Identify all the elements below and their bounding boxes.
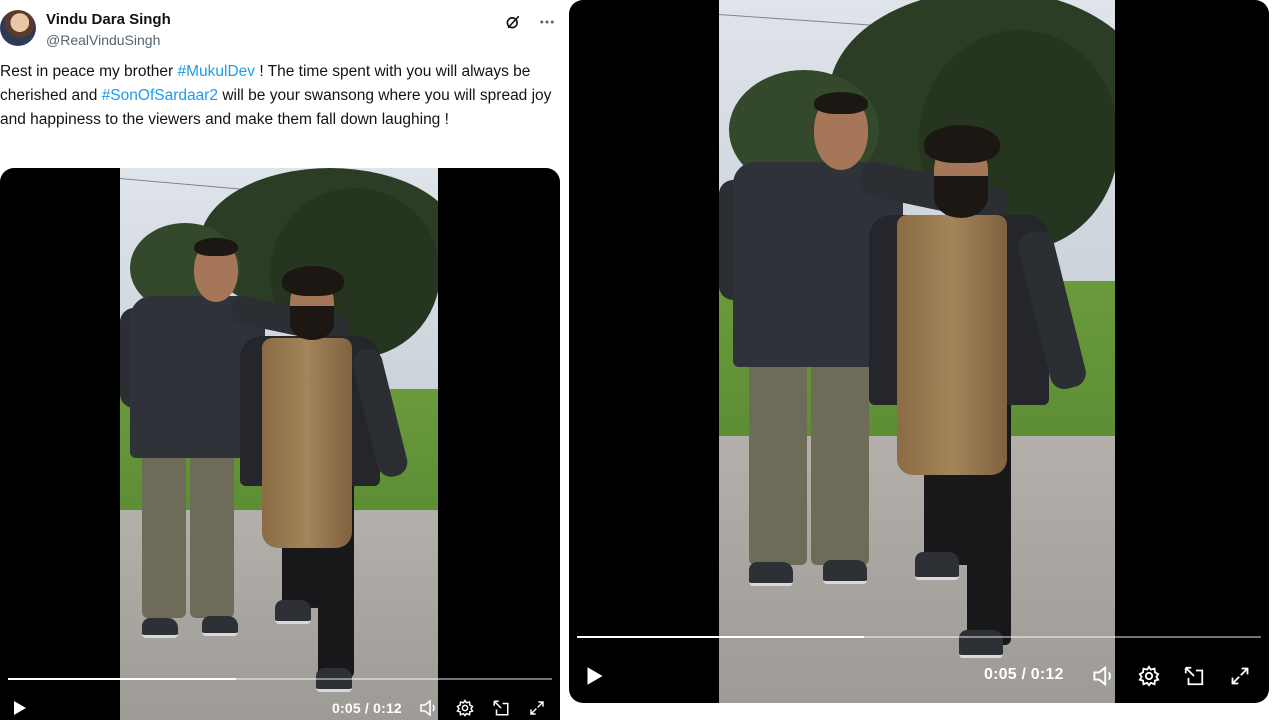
- author-name[interactable]: Vindu Dara Singh: [46, 11, 171, 28]
- pip-icon[interactable]: [490, 698, 512, 718]
- grok-icon[interactable]: [503, 12, 523, 32]
- more-icon[interactable]: [537, 12, 557, 32]
- video-frame[interactable]: [719, 0, 1115, 703]
- play-icon[interactable]: [10, 698, 30, 718]
- avatar[interactable]: [0, 10, 36, 46]
- progress-bar[interactable]: [8, 678, 552, 680]
- video-frame[interactable]: [120, 168, 438, 720]
- video-time: 0:05 / 0:12: [332, 700, 402, 716]
- hashtag-link[interactable]: #MukulDev: [177, 63, 255, 80]
- hashtag-link[interactable]: #SonOfSardaar2: [102, 87, 218, 104]
- progress-bar[interactable]: [577, 636, 1261, 638]
- tweet-video-player[interactable]: 0:05 / 0:12: [0, 168, 560, 720]
- video-time: 0:05 / 0:12: [984, 666, 1064, 683]
- header-actions: [503, 12, 557, 32]
- fullscreen-icon[interactable]: [526, 698, 548, 718]
- tweet-text: Rest in peace my brother #MukulDev ! The…: [0, 60, 560, 132]
- tweet-header: Vindu Dara Singh @RealVinduSingh: [0, 4, 565, 50]
- play-icon[interactable]: [583, 664, 607, 688]
- progress-fill: [577, 636, 865, 638]
- fullscreen-icon[interactable]: [1227, 664, 1253, 688]
- tweet-card: Vindu Dara Singh @RealVinduSingh Rest in…: [0, 0, 565, 720]
- volume-icon[interactable]: [418, 698, 440, 718]
- progress-fill: [8, 678, 237, 680]
- settings-icon[interactable]: [454, 698, 476, 718]
- tweet-text-segment: Rest in peace my brother: [0, 63, 178, 80]
- enlarged-video-player[interactable]: 0:05 / 0:12: [569, 0, 1269, 703]
- author-handle[interactable]: @RealVinduSingh: [46, 32, 160, 48]
- settings-icon[interactable]: [1136, 664, 1162, 688]
- pip-icon[interactable]: [1181, 664, 1207, 688]
- volume-icon[interactable]: [1091, 664, 1117, 688]
